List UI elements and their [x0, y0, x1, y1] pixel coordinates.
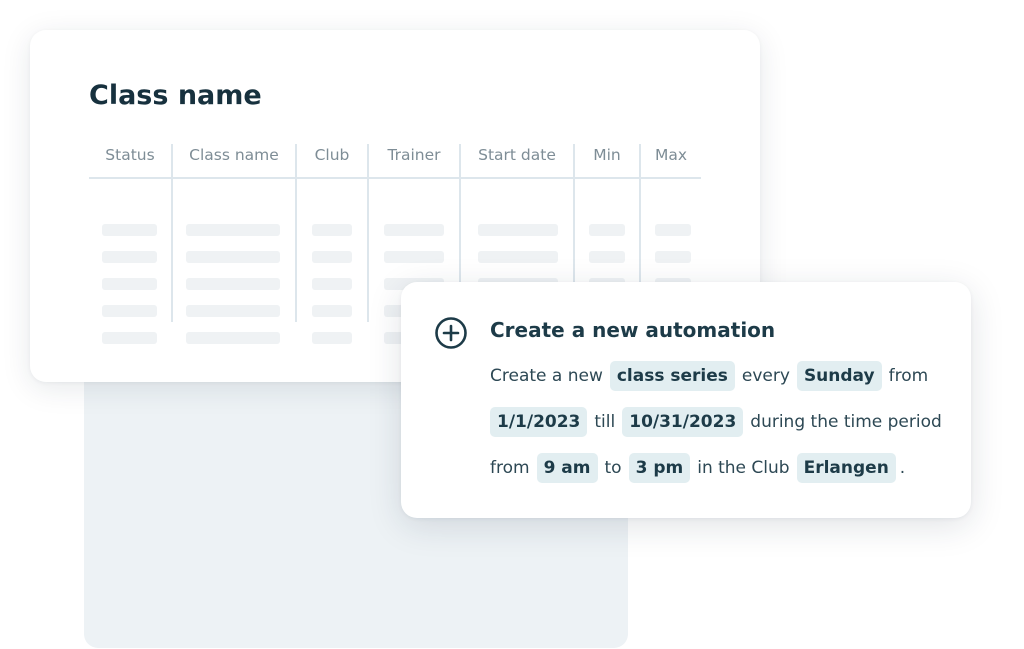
sentence-period: . — [899, 458, 906, 478]
column-divider — [171, 144, 173, 322]
sentence-text: from — [490, 458, 530, 478]
column-header-min[interactable]: Min — [575, 146, 639, 164]
start-time-chip[interactable]: 9 am — [536, 453, 598, 483]
placeholder-cell — [312, 305, 352, 317]
sentence-text: every — [741, 366, 790, 386]
automation-sentence-line: Create a new class series every Sunday f… — [490, 360, 928, 392]
placeholder-cell — [312, 224, 352, 236]
sentence-text: to — [604, 458, 622, 478]
end-time-chip[interactable]: 3 pm — [628, 453, 691, 483]
automation-title: Create a new automation — [490, 318, 776, 342]
placeholder-cell — [102, 224, 157, 236]
placeholder-cell — [186, 332, 280, 344]
placeholder-cell — [186, 278, 280, 290]
sentence-text: Create a new — [490, 366, 603, 386]
placeholder-cell — [186, 305, 280, 317]
weekday-chip[interactable]: Sunday — [796, 361, 882, 391]
table-header-divider — [89, 177, 701, 179]
placeholder-cell — [312, 332, 352, 344]
sentence-text: in the Club — [697, 458, 790, 478]
sentence-text: during the time period — [750, 412, 942, 432]
placeholder-cell — [655, 224, 691, 236]
placeholder-cell — [478, 251, 558, 263]
plus-circle-icon[interactable] — [434, 316, 468, 350]
sentence-text: from — [888, 366, 929, 386]
column-header-max[interactable]: Max — [641, 146, 701, 164]
automation-sentence-line: from 9 am to 3 pm in the Club Erlangen . — [490, 452, 905, 484]
placeholder-cell — [102, 278, 157, 290]
placeholder-cell — [384, 251, 444, 263]
card-title: Class name — [89, 80, 262, 111]
column-header-status[interactable]: Status — [89, 146, 171, 164]
club-chip[interactable]: Erlangen — [796, 453, 896, 483]
placeholder-cell — [102, 332, 157, 344]
start-date-chip[interactable]: 1/1/2023 — [490, 407, 588, 437]
column-header-start-date[interactable]: Start date — [461, 146, 573, 164]
placeholder-cell — [102, 305, 157, 317]
class-type-chip[interactable]: class series — [609, 361, 735, 391]
placeholder-cell — [655, 251, 691, 263]
automation-illustration: Class name Status Class name Club Traine… — [0, 0, 1024, 649]
placeholder-cell — [589, 251, 625, 263]
placeholder-cell — [478, 224, 558, 236]
column-header-club[interactable]: Club — [297, 146, 367, 164]
sentence-text: till — [594, 412, 616, 432]
placeholder-cell — [312, 251, 352, 263]
placeholder-cell — [186, 224, 280, 236]
column-header-class-name[interactable]: Class name — [173, 146, 295, 164]
column-divider — [367, 144, 369, 322]
end-date-chip[interactable]: 10/31/2023 — [622, 407, 744, 437]
placeholder-cell — [384, 224, 444, 236]
placeholder-cell — [186, 251, 280, 263]
automation-card: Create a new automation Create a new cla… — [401, 282, 971, 518]
column-header-trainer[interactable]: Trainer — [369, 146, 459, 164]
placeholder-cell — [312, 278, 352, 290]
placeholder-cell — [102, 251, 157, 263]
placeholder-cell — [589, 224, 625, 236]
automation-sentence-line: 1/1/2023 till 10/31/2023 during the time… — [490, 406, 942, 438]
column-divider — [295, 144, 297, 322]
